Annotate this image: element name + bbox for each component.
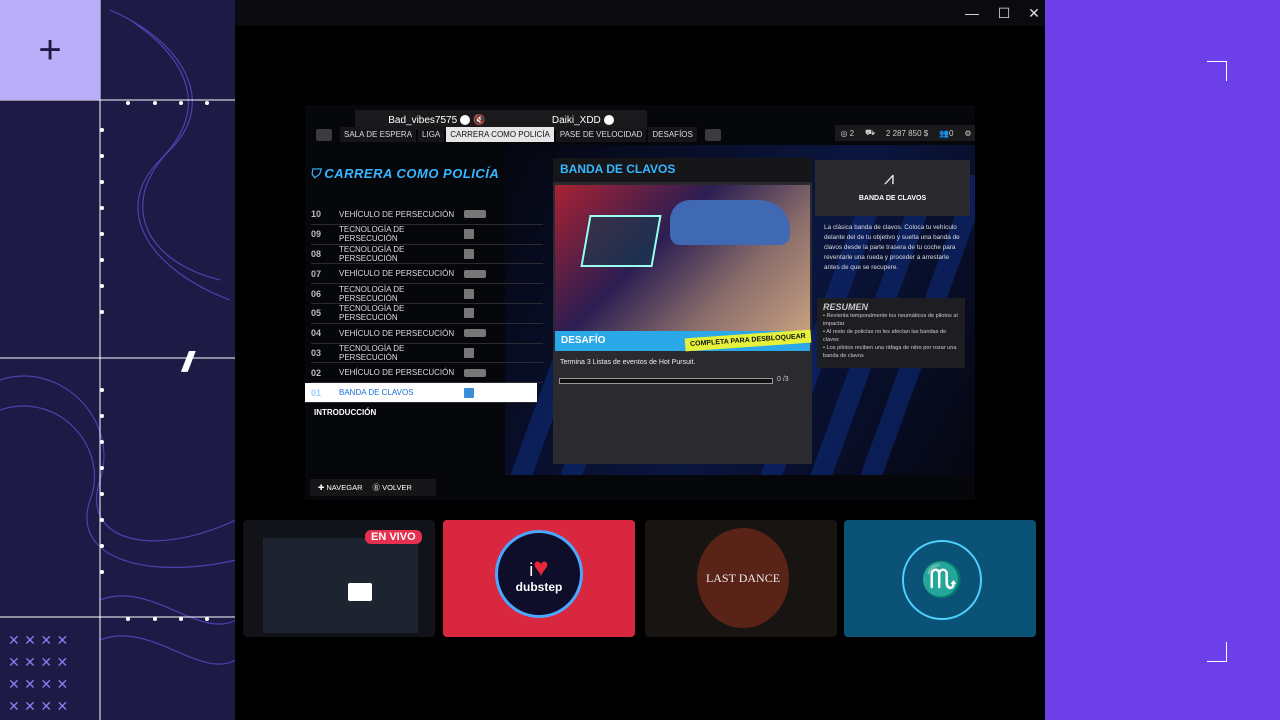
list-item[interactable]: 05 TECNOLOGÍA DE PERSECUCIÓN <box>311 304 543 324</box>
list-item-selected[interactable]: 01 BANDA DE CLAVOS <box>305 383 537 403</box>
player-1[interactable]: Bad_vibes7575 🔇 <box>388 115 485 126</box>
stream-card-last-dance[interactable]: LAST DANCE <box>645 520 837 637</box>
car-icon <box>464 210 486 219</box>
plus-icon: + <box>38 28 62 72</box>
tab-lobby[interactable]: SALA DE ESPERA <box>340 127 417 142</box>
window-titlebar: — ☐ ✕ <box>235 0 1045 26</box>
item-preview-image <box>555 185 810 331</box>
car-icon <box>464 329 486 338</box>
dubstep-logo: i♥ dubstep <box>495 530 583 618</box>
item-description: La clásica banda de clavos. Coloca tu ve… <box>824 224 960 271</box>
tab-police-career[interactable]: CARRERA COMO POLICÍA <box>446 127 554 142</box>
intro-item[interactable]: INTRODUCCIÓN <box>314 408 376 417</box>
car-icon <box>464 269 486 278</box>
tab-league[interactable]: LIGA <box>418 127 445 142</box>
spike-strip-icon: ⩘ <box>884 168 895 188</box>
player-2[interactable]: Daiki_XDD <box>552 115 614 126</box>
svg-text:✕ ✕ ✕ ✕: ✕ ✕ ✕ ✕ <box>8 677 68 693</box>
car-icon: ⛟ <box>864 128 876 137</box>
rb-bumper-icon[interactable] <box>704 128 721 141</box>
frame-corner-bottom <box>1207 642 1227 662</box>
car-icon <box>464 368 486 377</box>
list-item[interactable]: 09 TECNOLOGÍA DE PERSECUCIÓN <box>311 225 543 245</box>
list-item[interactable]: 04 VEHÍCULO DE PERSECUCIÓN <box>311 324 543 344</box>
stream-thumbnail <box>263 538 418 633</box>
close-icon[interactable]: ✕ <box>1025 4 1043 22</box>
item-card: ⩘ BANDA DE CLAVOS <box>815 160 970 216</box>
speed-stripes-decoration: /// <box>182 346 194 377</box>
heart-icon: i♥ <box>529 552 549 582</box>
tab-challenges[interactable]: DESAFÍOS <box>648 127 697 142</box>
tab-bar: SALA DE ESPERA LIGA CARRERA COMO POLICÍA… <box>310 127 727 142</box>
summary-item: • Los pilotos reciben una ráfaga de nitr… <box>823 345 957 359</box>
back-hint[interactable]: Ⓑ VOLVER <box>373 482 412 493</box>
chat-icon <box>603 114 614 125</box>
challenge-progress-bar <box>559 378 773 384</box>
progress-value: 0 /3 <box>777 376 789 383</box>
chat-icon <box>460 114 471 125</box>
stream-card-dubstep[interactable]: i♥ dubstep <box>443 520 635 637</box>
list-item[interactable]: 06 TECNOLOGÍA DE PERSECUCIÓN <box>311 284 543 304</box>
add-button[interactable]: + <box>0 0 100 100</box>
maximize-icon[interactable]: ☐ <box>995 4 1013 22</box>
live-badge: EN VIVO <box>365 530 422 544</box>
settings-icon[interactable]: ⚙ <box>964 129 971 138</box>
game-screen: Bad_vibes7575 🔇 Daiki_XDD SALA DE ESPERA… <box>305 105 975 500</box>
frame-corner-top <box>1207 61 1227 81</box>
cube-icon <box>464 387 474 398</box>
summary-panel: RESUMEN • Revienta temporalmente los neu… <box>817 298 965 368</box>
cube-icon <box>464 248 474 259</box>
cube-icon <box>464 308 474 319</box>
summary-item: • Al resto de policías no les afectan la… <box>823 329 947 343</box>
last-dance-logo: LAST DANCE <box>697 528 789 628</box>
cube-icon <box>464 288 474 299</box>
lb-bumper-icon[interactable] <box>316 128 332 141</box>
mute-icon: 🔇 <box>472 114 486 126</box>
navigate-hint[interactable]: ✚ NAVEGAR <box>318 483 363 492</box>
stream-cards: EN VIVO i♥ dubstep LAST DANCE ♏ <box>243 520 1037 637</box>
svg-text:✕ ✕ ✕ ✕: ✕ ✕ ✕ ✕ <box>8 699 68 715</box>
challenge-task: Termina 3 Listas de eventos de Hot Pursu… <box>560 359 696 366</box>
section-title: ⛉ CARRERA COMO POLICÍA <box>310 166 500 181</box>
list-item[interactable]: 08 TECNOLOGÍA DE PERSECUCIÓN <box>311 245 543 265</box>
left-background: ✕ ✕ ✕ ✕ ✕ ✕ ✕ ✕ ✕ ✕ ✕ ✕ ✕ ✕ ✕ ✕ + <box>0 0 236 720</box>
list-item[interactable]: 10 VEHÍCULO DE PERSECUCIÓN <box>311 205 543 225</box>
cube-icon <box>464 347 474 358</box>
stats-bar: ◎ 2 ⛟ 2 287 850 $ 👥0 ⚙ <box>835 125 975 141</box>
level-indicator: ◎ 2 <box>840 128 855 138</box>
right-background <box>1044 0 1280 720</box>
tab-speed-pass[interactable]: PASE DE VELOCIDAD <box>555 127 647 142</box>
detail-panel: BANDA DE CLAVOS DESAFÍO COMPLETA PARA DE… <box>553 158 812 464</box>
summary-title: RESUMEN <box>823 302 869 312</box>
stream-card-zodiac[interactable]: ♏ <box>844 520 1036 637</box>
police-car-image <box>670 200 790 245</box>
minimize-icon[interactable]: — <box>963 4 981 22</box>
list-item[interactable]: 02 VEHÍCULO DE PERSECUCIÓN <box>311 363 543 384</box>
item-card-title: BANDA DE CLAVOS <box>858 195 927 202</box>
friends-indicator: 👥0 <box>939 128 954 138</box>
spike-strip-icon <box>580 215 662 267</box>
cube-icon <box>464 229 474 240</box>
scorpion-zodiac-icon: ♏ <box>902 540 982 620</box>
controller-hints: ✚ NAVEGAR Ⓑ VOLVER <box>310 479 436 496</box>
stream-card-live[interactable]: EN VIVO <box>243 520 435 637</box>
money-value: 2 287 850 $ <box>885 128 929 138</box>
detail-title: BANDA DE CLAVOS <box>553 158 812 182</box>
list-item[interactable]: 03 TECNOLOGÍA DE PERSECUCIÓN <box>311 344 543 364</box>
summary-item: • Revienta temporalmente los neumáticos … <box>823 313 958 327</box>
svg-text:✕ ✕ ✕ ✕: ✕ ✕ ✕ ✕ <box>8 655 68 671</box>
svg-text:✕ ✕ ✕ ✕: ✕ ✕ ✕ ✕ <box>8 633 68 649</box>
monitor-icon <box>348 583 372 601</box>
career-list: 10 VEHÍCULO DE PERSECUCIÓN 09 TECNOLOGÍA D… <box>305 205 543 403</box>
topographic-pattern: ✕ ✕ ✕ ✕ ✕ ✕ ✕ ✕ ✕ ✕ ✕ ✕ ✕ ✕ ✕ ✕ <box>0 0 236 720</box>
list-item[interactable]: 07 VEHÍCULO DE PERSECUCIÓN <box>311 264 543 285</box>
